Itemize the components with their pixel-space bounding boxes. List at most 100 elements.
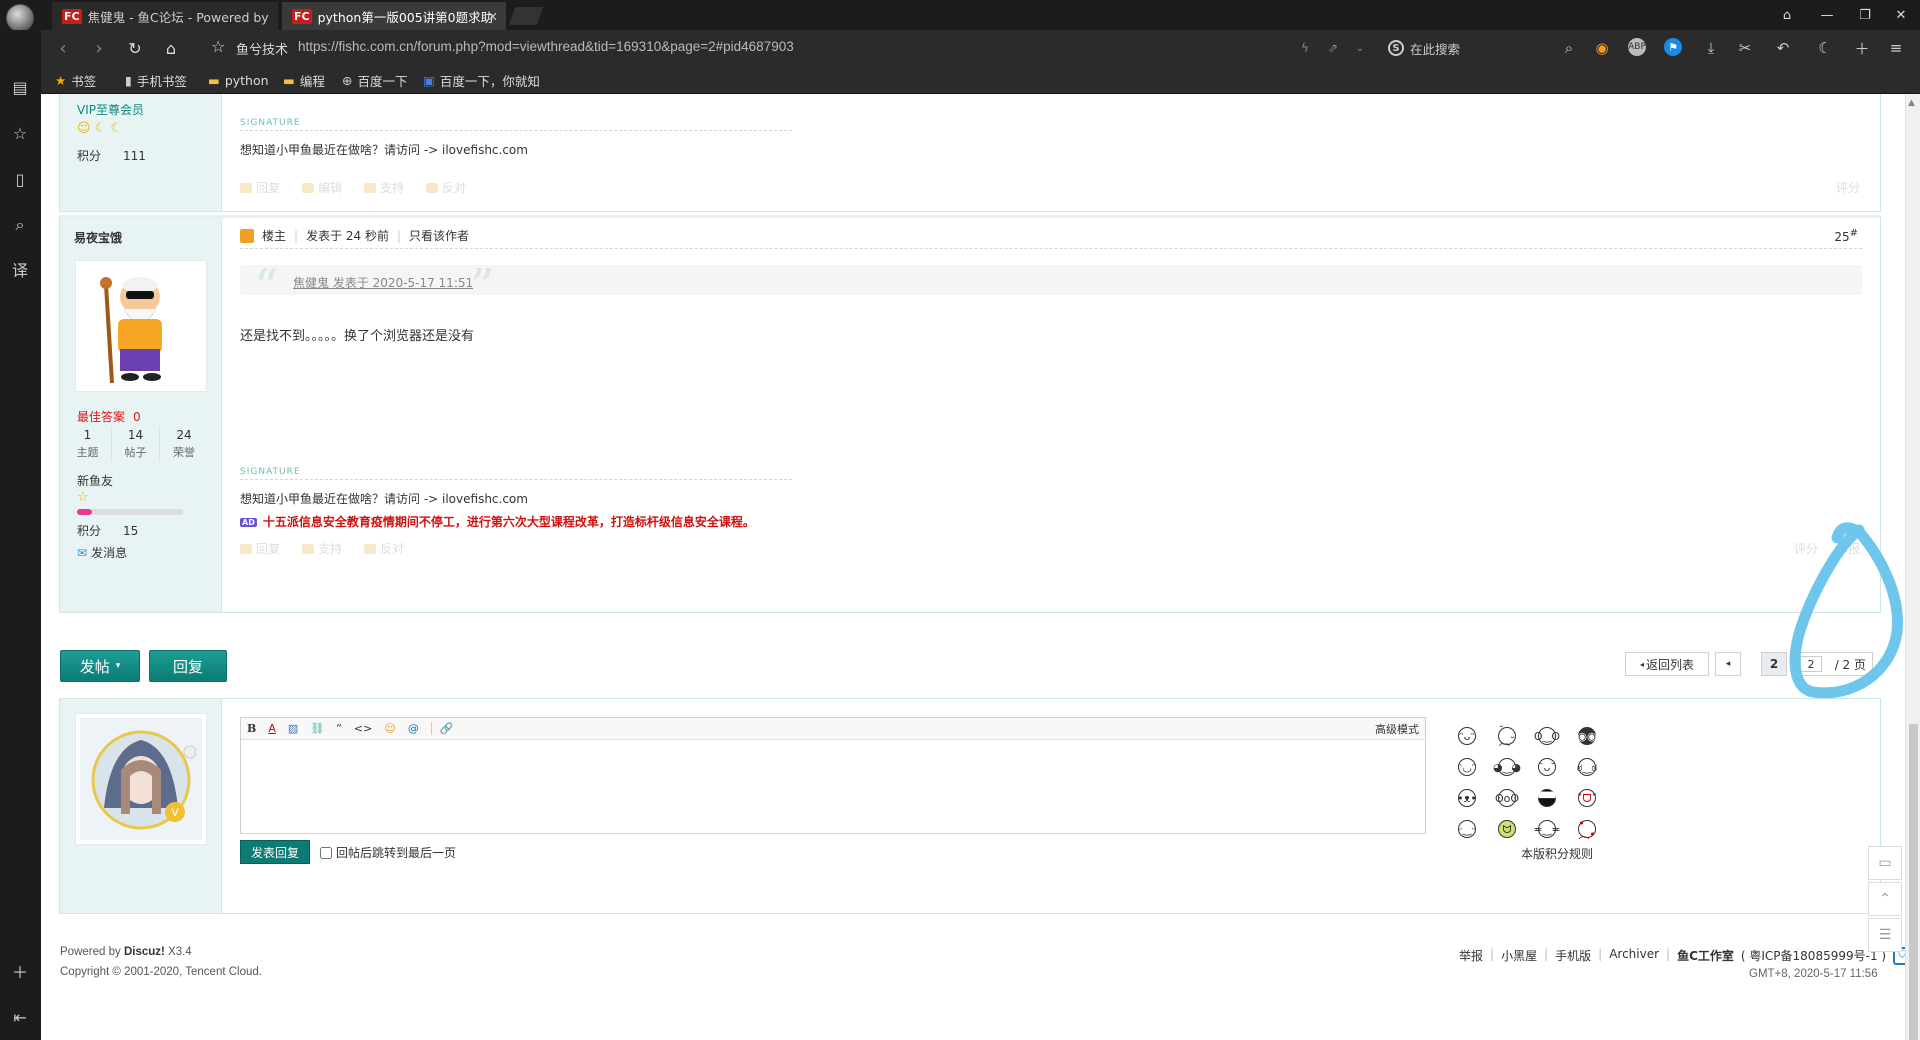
tools-icon[interactable]: ✂ [1735,38,1755,58]
reply-action[interactable]: 回复 [240,540,280,557]
rate-link[interactable]: 评分 [1836,179,1860,196]
smiley-icon[interactable]: •ᴥ• [1457,789,1477,807]
prev-page-button[interactable]: ◂ [1715,652,1741,676]
bookmark-item[interactable]: ▣ 百度一下，你就知 [423,70,540,90]
smiley-icon[interactable]: ʘoʘ [1495,789,1519,807]
smiley-icon[interactable]: ʘ‿ʘ [1534,727,1560,745]
search-box[interactable]: S 在此搜索 [1388,36,1580,60]
ad-link[interactable]: AD 十五派信息安全教育疫情期间不停工，进行第六次大型课程改革，打造标杆级信息安全… [240,513,755,530]
tab-inactive[interactable]: FC 焦健鬼 - 鱼C论坛 - Powered by [52,2,278,30]
reply-button[interactable]: 回复 [149,650,227,682]
discuz-link[interactable]: Discuz! [124,946,165,958]
undo-icon[interactable]: ↶ [1773,38,1793,58]
scroll-up-icon[interactable]: ▲ [1908,98,1915,108]
code-button[interactable]: <> [354,722,372,735]
bookmark-star-icon[interactable]: ☆ [211,37,225,56]
bookmark-item[interactable]: ▬ python [208,70,269,90]
bookmark-item[interactable]: ★ 书签 [55,70,96,90]
translate-icon[interactable]: 译 [9,258,31,280]
reply-action[interactable]: 回复 [240,179,280,196]
footer-mobile-link[interactable]: 手机版 [1555,947,1591,965]
support-action[interactable]: 支持 [302,540,342,557]
new-post-button[interactable]: 发帖 ▾ [60,650,140,682]
news-icon[interactable]: ▤ [9,76,31,98]
shirt-icon[interactable]: ⌂ [1766,0,1808,30]
smiley-icon[interactable]: ▀▀ [1538,789,1556,807]
search-icon[interactable]: ⌕ [1559,38,1579,58]
smiley-icon[interactable]: ᵔᴗᵔ [1458,727,1476,745]
attachment-button[interactable]: 🔗 [430,722,454,735]
footer-archiver-link[interactable]: Archiver [1609,947,1659,965]
smiley-icon[interactable]: ಠ‿ಠ [1577,758,1597,776]
footer-icp-link[interactable]: ( 粤ICP备18085999号-1 ) [1741,947,1886,965]
lightning-icon[interactable]: ϟ [1295,38,1315,58]
reload-icon[interactable]: ↻ [124,37,146,59]
page-scrollbar[interactable]: ▲ [1905,94,1920,1040]
tab-active[interactable]: FC python第一版005讲第0题求助 ✕ [282,2,506,30]
advanced-mode-link[interactable]: 高级模式 [1375,721,1419,737]
smiley-icon[interactable]: ◉◉ [1577,727,1597,745]
favorites-star-icon[interactable]: ☆ [9,122,31,144]
speed-icon[interactable]: ⚑ [1664,38,1682,56]
edit-action[interactable]: 编辑 [302,179,342,196]
footer-blackroom-link[interactable]: 小黑屋 [1501,947,1537,965]
smiley-icon[interactable]: ᵔ◡ᵔ [1458,758,1476,776]
my-avatar[interactable]: V [75,713,207,845]
footer-report-link[interactable]: 举报 [1459,947,1483,965]
smiley-icon[interactable]: ≖‿≖ [1533,820,1561,838]
smiley-icon[interactable]: •︵• [1578,818,1596,840]
profile-avatar[interactable] [6,4,34,32]
oppose-action[interactable]: 反对 [364,540,404,557]
new-tab-icon[interactable]: ＋ [1852,38,1872,58]
menu-icon[interactable]: ≡ [1886,38,1906,58]
bookmark-item[interactable]: ⊕ 百度一下 [342,70,408,90]
home-icon[interactable]: ⌂ [160,37,182,59]
quote-source-link[interactable]: 焦健鬼 发表于 2020-5-17 11:51 [293,274,473,291]
gamepad-icon[interactable]: ◉ [1592,38,1612,58]
adblock-icon[interactable]: ABP [1628,38,1646,56]
list-icon[interactable]: ☰ [1868,918,1902,952]
chat-icon[interactable]: ▭ [1868,846,1902,880]
font-color-button[interactable]: A [268,722,276,735]
smiley-icon[interactable]: ˙ᗢ˙ [1497,820,1517,838]
link-button[interactable]: ⛓ [310,722,324,735]
submit-reply-button[interactable]: 发表回复 [240,840,310,864]
chevron-down-icon[interactable]: ⌄ [1350,38,1370,58]
bookmark-item[interactable]: ▬ 编程 [283,70,325,90]
support-action[interactable]: 支持 [364,179,404,196]
forward-icon[interactable]: › [88,37,110,59]
mention-button[interactable]: @ [408,722,419,735]
image-button[interactable]: ▨ [288,722,298,735]
stat-threads[interactable]: 1 主题 [64,426,112,462]
scrollbar-thumb[interactable] [1909,724,1918,1040]
smiley-icon[interactable]: ˘︹˘ [1498,725,1516,747]
jump-last-checkbox[interactable] [320,846,332,859]
reply-textarea[interactable] [241,740,1425,832]
download-icon[interactable]: ⤓ [1701,38,1721,58]
add-icon[interactable]: ＋ [9,960,31,982]
oppose-action[interactable]: 反对 [426,179,466,196]
search-icon[interactable]: ⌕ [9,214,31,236]
back-icon[interactable]: ‹ [52,37,74,59]
smiley-icon[interactable]: ˘ᴗ˘ [1538,758,1556,776]
back-to-list-button[interactable]: ◂ 返回列表 [1625,652,1709,676]
stat-posts[interactable]: 14 帖子 [112,426,160,462]
send-message-link[interactable]: ✉ 发消息 [77,544,127,561]
minimize-button[interactable]: — [1806,0,1848,30]
new-tab-button[interactable] [508,7,544,25]
footer-studio-link[interactable]: 鱼C工作室 [1677,947,1734,965]
author-avatar[interactable] [75,260,207,392]
floor-number[interactable]: 25# [1834,228,1858,244]
smiley-icon[interactable]: ◕‿◕ [1493,758,1521,776]
share-icon[interactable]: ⇗ [1323,38,1343,58]
stat-honor[interactable]: 24 荣誉 [160,426,208,462]
close-icon[interactable]: ✕ [488,9,498,24]
bookmark-item[interactable]: ▮ 手机书签 [125,70,187,90]
author-name[interactable]: 易夜宝饿 [74,229,122,246]
quote-button[interactable]: “ [336,722,342,735]
url-field[interactable]: https://fishc.com.cn/forum.php?mod=viewt… [298,39,794,54]
emoji-button[interactable]: ☺ [384,722,395,735]
reader-book-icon[interactable]: ▯ [9,168,31,190]
credit-rules-link[interactable]: 本版积分规则 [1521,845,1593,862]
collapse-sidebar-icon[interactable]: ⇤ [9,1006,31,1028]
